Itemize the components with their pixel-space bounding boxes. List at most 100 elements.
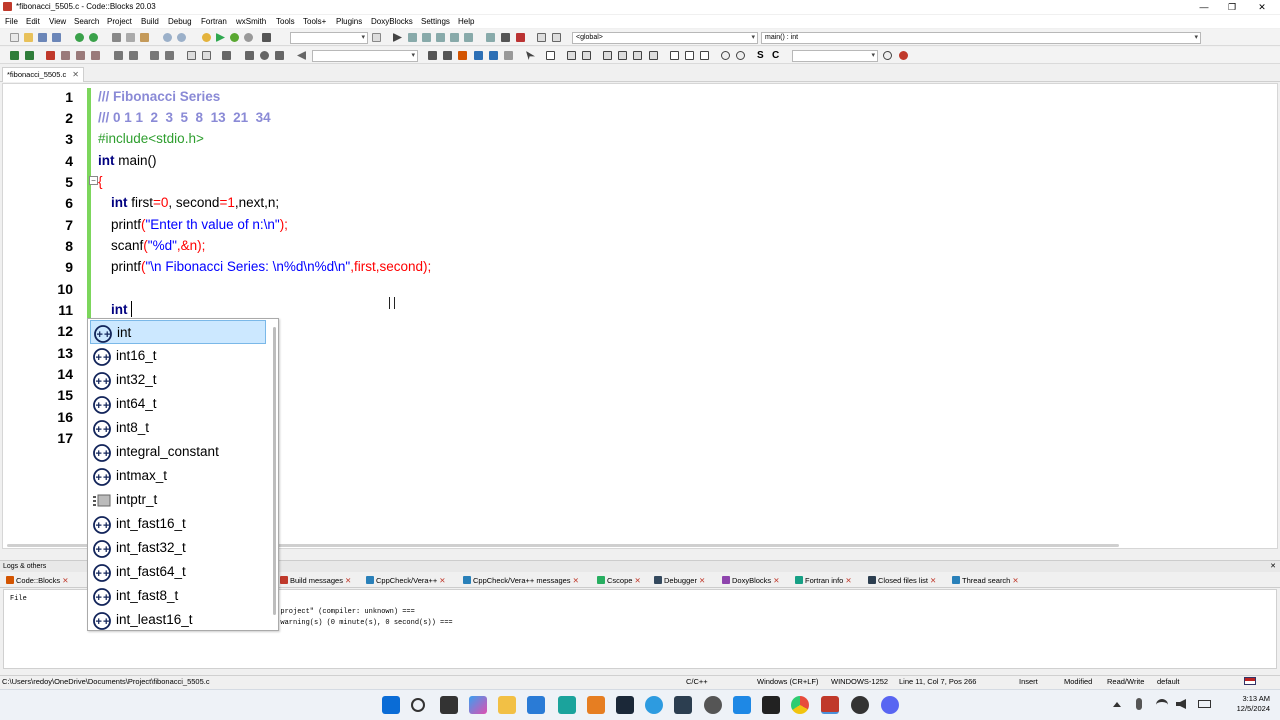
task-view-icon[interactable] xyxy=(440,696,458,714)
menu-help[interactable]: Help xyxy=(458,15,474,28)
search-options-icon[interactable] xyxy=(899,51,908,60)
language-flag-icon[interactable] xyxy=(1244,677,1256,685)
debug-windows-icon[interactable] xyxy=(537,33,546,42)
microphone-icon[interactable] xyxy=(1136,698,1142,710)
build-target-combo[interactable]: ▾ xyxy=(290,32,368,44)
zoom-out-icon[interactable] xyxy=(736,51,745,60)
fold-marker-icon[interactable]: − xyxy=(89,176,98,185)
autocomplete-scrollbar[interactable] xyxy=(273,327,276,615)
help-icon[interactable] xyxy=(202,51,211,60)
menu-plugins[interactable]: Plugins xyxy=(336,15,362,28)
stop-debugger-icon[interactable] xyxy=(516,33,525,42)
zoom-in-icon[interactable] xyxy=(721,51,730,60)
tab-cscope[interactable]: Cscope ✕ xyxy=(597,573,641,588)
boxes-icon[interactable] xyxy=(685,51,694,60)
step-out-icon[interactable] xyxy=(450,33,459,42)
abort-icon[interactable] xyxy=(262,33,271,42)
rebuild-icon[interactable] xyxy=(244,33,253,42)
bookmark-toggle-icon[interactable] xyxy=(46,51,55,60)
toggle-comment-icon[interactable] xyxy=(150,51,159,60)
menu-build[interactable]: Build xyxy=(141,15,159,28)
chatgpt-icon[interactable] xyxy=(704,696,722,714)
find-icon[interactable] xyxy=(163,33,172,42)
autocomplete-item[interactable]: + + int_fast16_t xyxy=(90,512,266,536)
tab-fortran-info[interactable]: Fortran info ✕ xyxy=(795,573,852,588)
back-icon[interactable] xyxy=(10,51,19,60)
close-window-button[interactable]: ✕ xyxy=(1250,0,1274,14)
menu-view[interactable]: View xyxy=(49,15,66,28)
fill-icon[interactable] xyxy=(567,51,576,60)
menu-doxyblocks[interactable]: DoxyBlocks xyxy=(371,15,413,28)
close-logs-icon[interactable]: ✕ xyxy=(1270,561,1276,573)
forward-icon[interactable] xyxy=(25,51,34,60)
edge-icon[interactable] xyxy=(645,696,663,714)
highlight-color-icon[interactable] xyxy=(458,51,467,60)
autocomplete-item[interactable]: + + int32_t xyxy=(90,368,266,392)
paste-icon[interactable] xyxy=(140,33,149,42)
codeblocks-icon[interactable] xyxy=(821,696,839,714)
vpn-icon[interactable] xyxy=(674,696,692,714)
grid-icon[interactable] xyxy=(633,51,642,60)
obs-icon[interactable] xyxy=(851,696,869,714)
step-instruction-icon[interactable] xyxy=(486,33,495,42)
discord-icon[interactable] xyxy=(881,696,899,714)
search-icon[interactable] xyxy=(411,698,425,712)
autocomplete-popup[interactable]: + + int + + int16_t + + int32_t + + int64_t + + int8_t… xyxy=(87,318,279,631)
menu-search[interactable]: Search xyxy=(74,15,99,28)
function-combo[interactable]: main() : int ▾ xyxy=(761,32,1201,44)
next-line-icon[interactable] xyxy=(422,33,431,42)
search-combo[interactable]: ▾ xyxy=(792,50,878,62)
autocomplete-item[interactable]: + + int8_t xyxy=(90,416,266,440)
autocomplete-item[interactable]: + + int64_t xyxy=(90,392,266,416)
maximize-button[interactable]: ❐ xyxy=(1220,0,1244,14)
autocomplete-item[interactable]: + + int_fast64_t xyxy=(90,560,266,584)
copy-icon[interactable] xyxy=(126,33,135,42)
autocomplete-item[interactable]: + + int_fast8_t xyxy=(90,584,266,608)
tab-fibonacci-file[interactable]: *fibonacci_5505.c ✕ xyxy=(2,67,84,82)
build-icon[interactable] xyxy=(202,33,211,42)
list-icon[interactable] xyxy=(618,51,627,60)
minimize-button[interactable]: — xyxy=(1192,0,1216,14)
pointer-icon[interactable] xyxy=(526,51,535,60)
highlight-icon[interactable] xyxy=(297,51,306,60)
code-tool-icon[interactable] xyxy=(222,51,231,60)
comment-icon[interactable] xyxy=(114,51,123,60)
wifi-icon[interactable] xyxy=(1156,699,1168,709)
find-occurrence-icon[interactable] xyxy=(474,51,483,60)
replace-occurrence-icon[interactable] xyxy=(489,51,498,60)
battery-icon[interactable] xyxy=(1198,700,1211,708)
volume-icon[interactable] xyxy=(1176,699,1186,709)
tab-doxyblocks[interactable]: DoxyBlocks ✕ xyxy=(722,573,779,588)
tab-codeblocks-log[interactable]: Code::Blocks ✕ xyxy=(6,573,68,588)
highlight-combo[interactable]: ▾ xyxy=(312,50,418,62)
menu-debug[interactable]: Debug xyxy=(168,15,192,28)
symbols-icon[interactable]: S xyxy=(757,51,767,61)
build-and-run-icon[interactable] xyxy=(230,33,239,42)
prev-icon[interactable] xyxy=(428,51,437,60)
store-icon[interactable] xyxy=(527,696,545,714)
bookmark-prev-icon[interactable] xyxy=(61,51,70,60)
classes-icon[interactable]: C xyxy=(772,51,782,61)
next-instruction-icon[interactable] xyxy=(464,33,473,42)
panel-icon[interactable] xyxy=(649,51,658,60)
run-to-cursor-icon[interactable] xyxy=(408,33,417,42)
uncomment-icon[interactable] xyxy=(129,51,138,60)
step-into-icon[interactable] xyxy=(436,33,445,42)
goto-icon[interactable] xyxy=(260,51,269,60)
tray-chevron-icon[interactable] xyxy=(1113,701,1121,707)
autocomplete-item[interactable]: + + int16_t xyxy=(90,344,266,368)
tab-thread-search[interactable]: Thread search ✕ xyxy=(952,573,1019,588)
show-target-icon[interactable] xyxy=(372,33,381,42)
epic-games-icon[interactable] xyxy=(762,696,780,714)
autocomplete-item[interactable]: intptr_t xyxy=(90,488,266,512)
taskbar-clock[interactable]: 3:13 AM 12/5/2024 xyxy=(1237,694,1270,714)
bookmark-next-icon[interactable] xyxy=(76,51,85,60)
replace-icon[interactable] xyxy=(177,33,186,42)
sizer-icon[interactable] xyxy=(700,51,709,60)
tab-build-messages[interactable]: Build messages ✕ xyxy=(280,573,351,588)
bookmark-clear-icon[interactable] xyxy=(91,51,100,60)
autocomplete-item[interactable]: + + int_fast32_t xyxy=(90,536,266,560)
search-icon[interactable] xyxy=(883,51,892,60)
scope-combo[interactable]: <global> ▾ xyxy=(572,32,758,44)
cut-icon[interactable] xyxy=(112,33,121,42)
